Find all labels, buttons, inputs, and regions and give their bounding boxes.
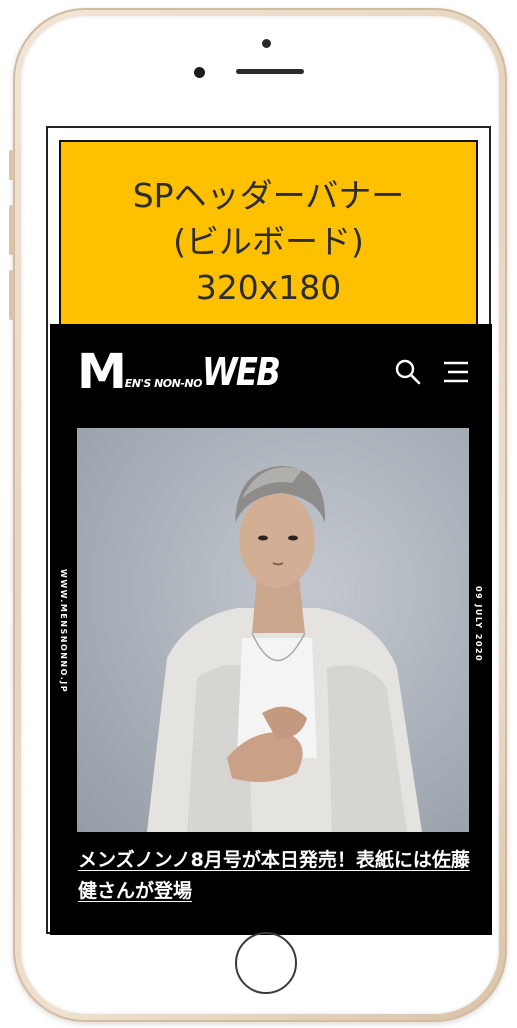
phone-side-button — [9, 150, 14, 180]
banner-line-3: 320x180 — [195, 268, 342, 307]
header-banner-placeholder[interactable]: SPヘッダーバナー (ビルボード) 320x180 — [59, 140, 478, 330]
site-logo[interactable]: M EN'S NON-NO WEB — [76, 344, 293, 400]
earpiece-speaker — [236, 69, 304, 74]
banner-line-2: (ビルボード) — [173, 222, 364, 261]
phone-volume-up — [9, 205, 14, 255]
phone-volume-down — [9, 270, 14, 320]
proximity-sensor-icon — [194, 67, 205, 78]
cover-photo[interactable] — [77, 428, 469, 832]
logo-web: WEB — [202, 350, 281, 394]
site-content: M EN'S NON-NO WEB WWW.MENSNONNO.JP 09 JU… — [50, 324, 492, 935]
front-camera-icon — [262, 39, 271, 48]
side-date-text: 09 JULY 2020 — [474, 586, 483, 663]
cover-model-illustration — [147, 466, 422, 832]
home-button[interactable] — [235, 932, 297, 994]
logo-m: M — [76, 344, 127, 400]
banner-line-1: SPヘッダーバナー — [132, 176, 405, 215]
search-icon[interactable] — [393, 357, 423, 387]
article-headline-link[interactable]: メンズノンノ8月号が本日発売！表紙には佐藤 健さんが登場 — [78, 845, 473, 907]
side-url-text: WWW.MENSNONNO.JP — [59, 569, 68, 694]
hamburger-menu-icon[interactable] — [442, 359, 470, 385]
logo-mid: EN'S NON-NO — [124, 377, 203, 390]
